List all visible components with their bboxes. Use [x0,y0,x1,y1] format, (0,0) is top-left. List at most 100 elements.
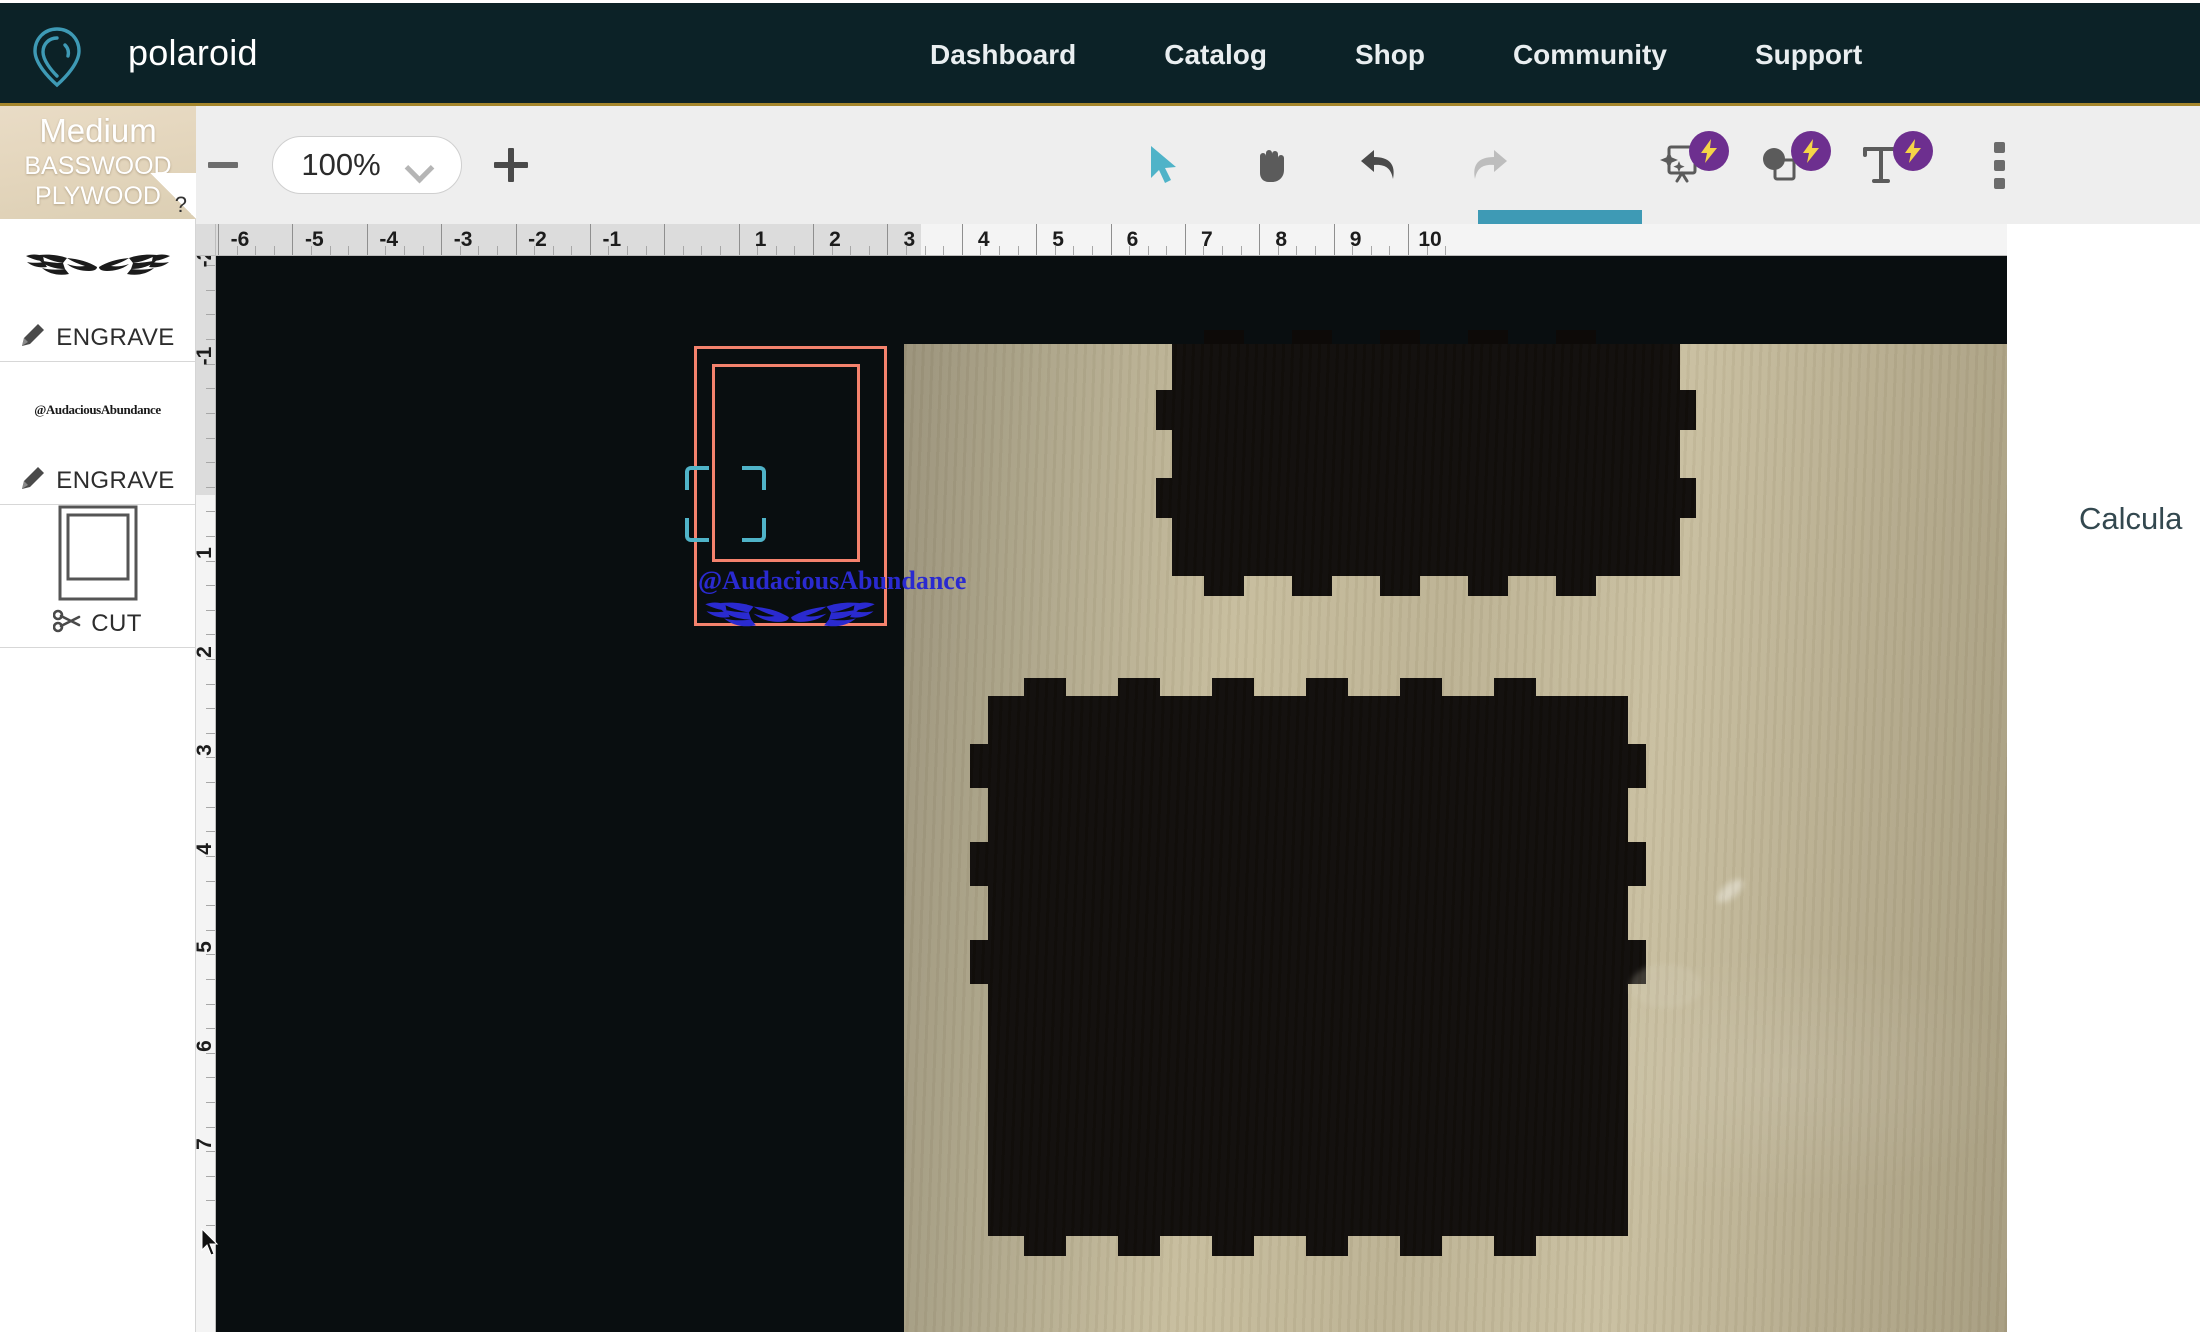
magic-canvas-button[interactable] [1655,139,1717,191]
mouse-cursor-icon [200,1228,222,1258]
lightning-bolt-badge [1689,131,1729,171]
layer-operation[interactable]: ENGRAVE [0,458,195,504]
panel-tab [970,842,990,886]
ruler-minor-tick [206,314,216,315]
print-status-text: Calcula [2079,501,2182,537]
ruler-minor-tick [571,246,572,256]
ruler-minor-tick [206,536,216,537]
ruler-minor-tick [206,930,216,931]
ruler-label: 1 [755,228,767,252]
lightning-bolt-badge [1893,131,1933,171]
zoom-level-select[interactable]: 100% [272,136,462,194]
layer-thumb-text: @AudaciousAbundance [34,402,161,418]
layer-operation[interactable]: ENGRAVE [0,315,195,361]
ruler-minor-tick [206,610,216,611]
nav-community[interactable]: Community [1513,39,1667,71]
ruler-minor-tick [206,388,216,389]
layer-laurel[interactable]: ENGRAVE [0,219,195,362]
ruler-minor-tick [497,246,498,256]
material-selector[interactable]: Medium BASSWOOD PLYWOOD ? [0,106,196,219]
panel-tab [1118,678,1160,698]
main-navigation: Dashboard Catalog Shop Community Support [930,3,1862,106]
ruler-label: 3 [196,740,216,760]
ruler-label: 7 [1201,228,1213,252]
selected-artwork[interactable]: @AudaciousAbundance [686,346,886,626]
ruler-minor-tick [646,246,647,256]
ruler-major-tick [367,224,368,256]
panel-tab [1400,1234,1442,1256]
horizontal-ruler[interactable]: -6-5-4-3-2-112345678910 [216,224,2007,256]
panel-tab [1118,1234,1160,1256]
zoom-out-button[interactable] [196,138,250,192]
panel-tab [1306,678,1348,698]
ruler-label: -4 [379,228,398,252]
panel-tab [970,940,990,984]
text-tool-button[interactable] [1859,139,1921,191]
redo-button[interactable] [1464,141,1512,189]
nav-support[interactable]: Support [1755,39,1862,71]
pan-tool[interactable] [1248,141,1296,189]
ruler-minor-tick [330,246,331,256]
selection-handle-bottom-left[interactable] [685,518,709,542]
ruler-minor-tick [794,246,795,256]
ruler-minor-tick [206,462,216,463]
panel-tab [1024,1234,1066,1256]
ruler-minor-tick [943,246,944,256]
vertical-ruler[interactable]: -2-11234567 [196,256,216,1332]
ruler-major-tick [441,224,442,256]
undo-button[interactable] [1356,141,1404,189]
ruler-minor-tick [206,1004,216,1005]
select-tool[interactable] [1140,141,1188,189]
ruler-label: 1 [196,543,216,563]
panel-tab [1292,574,1332,596]
kebab-dot [1994,142,2005,153]
panel-tab [1204,574,1244,596]
ruler-minor-tick [255,246,256,256]
ruler-minor-tick [206,413,216,414]
overflow-menu-button[interactable] [1977,139,2021,191]
top-header: polaroid Dashboard Catalog Shop Communit… [0,3,2200,106]
selection-handle-top-right[interactable] [742,466,766,490]
ruler-minor-tick [869,246,870,256]
layer-operation[interactable]: CUT [0,601,195,647]
ruler-label: 5 [196,937,216,957]
shapes-button[interactable] [1757,139,1819,191]
ruler-minor-tick [206,782,216,783]
zoom-level-value: 100% [301,147,380,183]
panel-tab [1400,678,1442,698]
ruler-minor-tick [701,246,702,256]
ruler-minor-tick [1222,246,1223,256]
panel-tab [1556,574,1596,596]
glowforge-pin-logo-icon[interactable] [22,21,92,91]
panel-tab [1468,330,1508,348]
zoom-in-button[interactable] [484,138,538,192]
ruler-minor-tick [423,246,424,256]
ruler-label: 2 [196,642,216,662]
nav-catalog[interactable]: Catalog [1164,39,1267,71]
design-canvas[interactable]: @AudaciousAbundance [216,256,2007,1332]
ruler-minor-tick [1241,246,1242,256]
ruler-offbed-shade [196,256,216,495]
ruler-major-tick [292,224,293,256]
ruler-minor-tick [1166,246,1167,256]
layer-watermark[interactable]: @AudaciousAbundance ENGRAVE [0,362,195,505]
ruler-major-tick [1185,224,1186,256]
ruler-minor-tick [206,1127,216,1128]
ruler-minor-tick [553,246,554,256]
help-question-icon[interactable]: ? [175,192,187,218]
ruler-label: 9 [1350,228,1362,252]
ruler-minor-tick [206,438,216,439]
selection-handle-bottom-right[interactable] [742,518,766,542]
bed-highlight [1713,875,1747,906]
ruler-major-tick [1036,224,1037,256]
ruler-label: -5 [305,228,324,252]
nav-dashboard[interactable]: Dashboard [930,39,1076,71]
material-help-corner[interactable] [150,173,196,219]
nav-shop[interactable]: Shop [1355,39,1425,71]
panel-tab [1380,574,1420,596]
layer-frame[interactable]: CUT [0,505,195,648]
panel-tab [1626,744,1646,788]
panel-tab [1556,330,1596,348]
selection-handle-top-left[interactable] [685,466,709,490]
bed-highlight [1630,964,1702,1008]
